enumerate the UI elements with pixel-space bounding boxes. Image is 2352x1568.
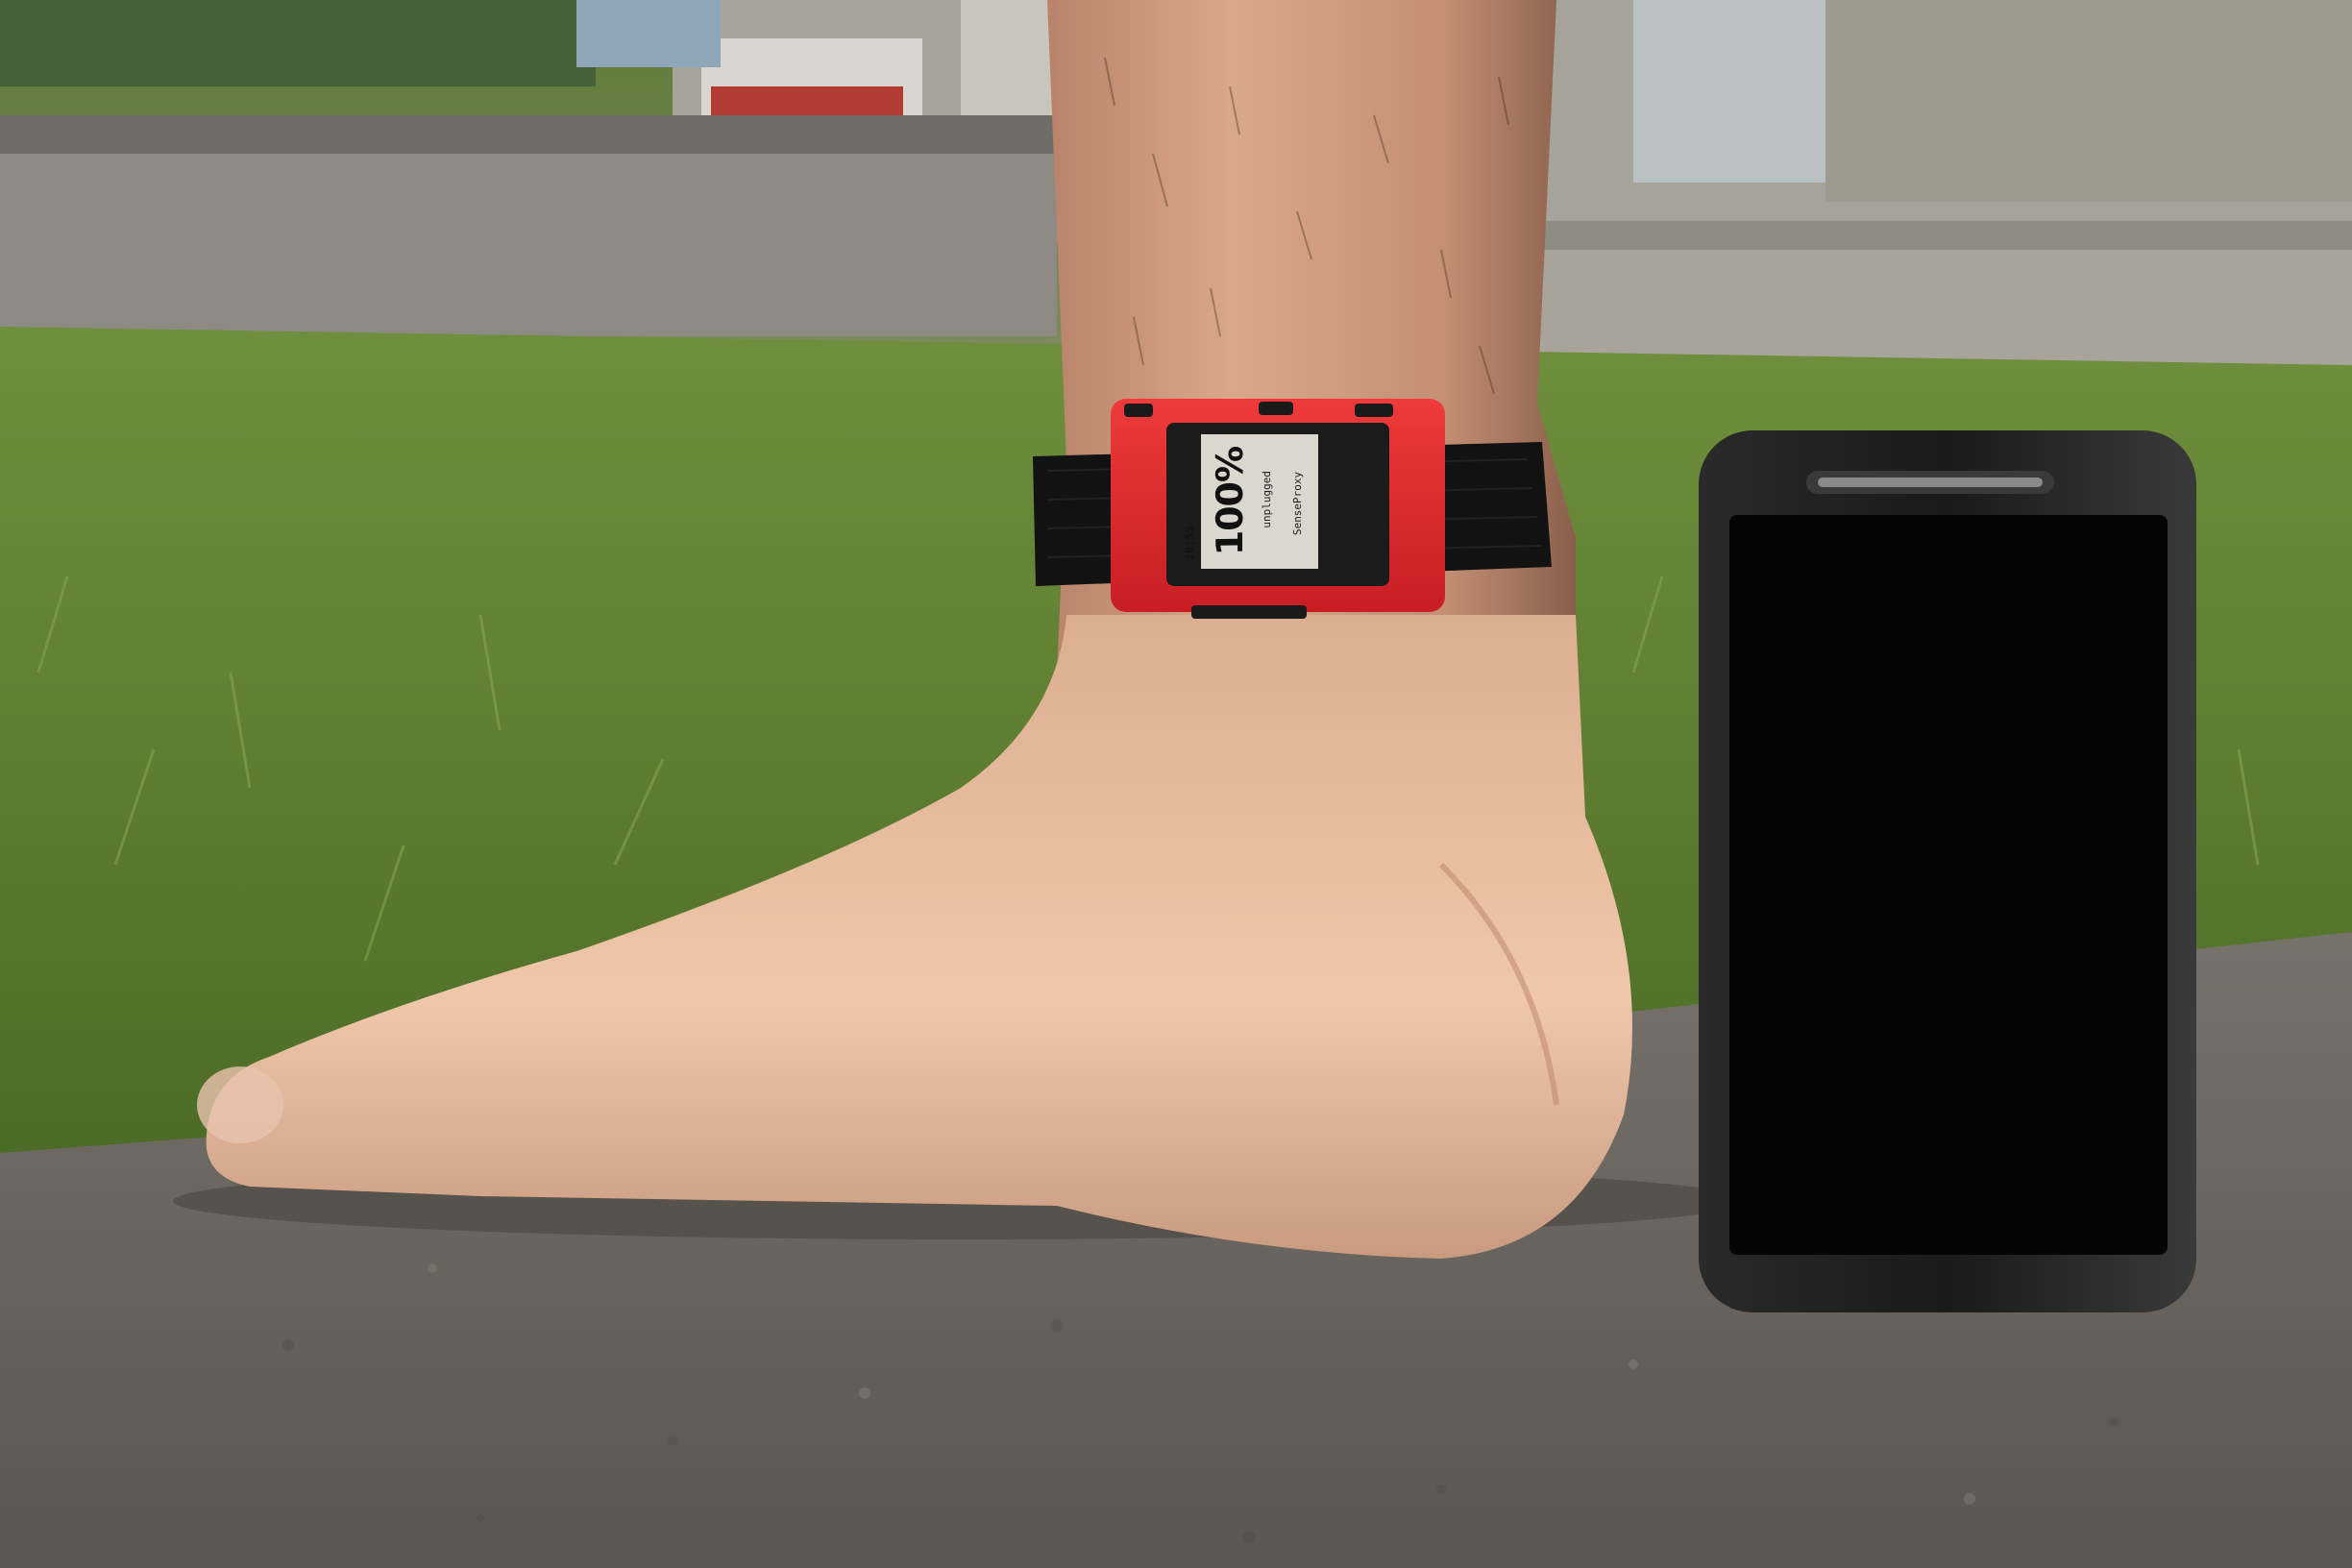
phone-illustration (1699, 430, 2196, 1312)
photo-scene: 10:53 100% unplugged SenseProxy (0, 0, 2352, 1568)
